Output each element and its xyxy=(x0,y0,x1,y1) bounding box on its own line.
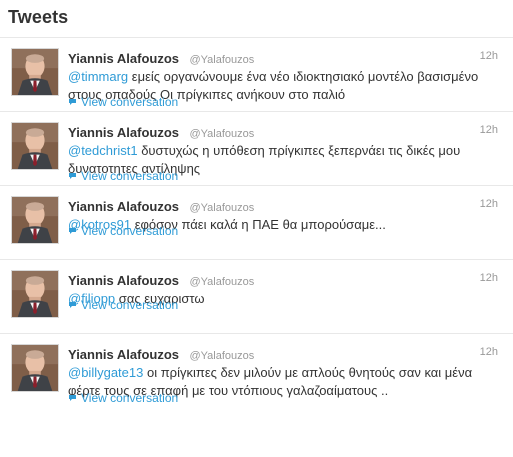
tweet-timestamp[interactable]: 12h xyxy=(480,198,498,210)
tweet-username[interactable]: @Yalafouzos xyxy=(189,350,254,362)
avatar[interactable] xyxy=(11,122,59,170)
speech-bubble-icon xyxy=(68,172,77,180)
avatar-image xyxy=(12,123,58,169)
tweet-item: Yiannis Alafouzos @Yalafouzos 12h @kotro… xyxy=(0,186,513,260)
tweet-timestamp[interactable]: 12h xyxy=(480,346,498,358)
tweet-header: Yiannis Alafouzos @Yalafouzos 12h xyxy=(68,346,506,362)
tweets-panel: Tweets Yiannis Alafouzos @Yalafouzos 12h… xyxy=(0,0,513,457)
view-conversation-label: View conversation xyxy=(81,391,179,405)
avatar-image xyxy=(12,345,58,391)
tweet-fullname[interactable]: Yiannis Alafouzos xyxy=(68,347,179,362)
tweet-username[interactable]: @Yalafouzos xyxy=(189,54,254,66)
tweet-timestamp[interactable]: 12h xyxy=(480,124,498,136)
tweet-timestamp[interactable]: 12h xyxy=(480,50,498,62)
view-conversation-link[interactable]: View conversation xyxy=(68,224,178,238)
view-conversation-label: View conversation xyxy=(81,95,179,109)
speech-bubble-icon xyxy=(68,301,77,309)
avatar-image xyxy=(12,271,58,317)
tweet-header: Yiannis Alafouzos @Yalafouzos 12h xyxy=(68,198,506,214)
tweet-fullname[interactable]: Yiannis Alafouzos xyxy=(68,199,179,214)
tweet-username[interactable]: @Yalafouzos xyxy=(189,276,254,288)
tweet-header: Yiannis Alafouzos @Yalafouzos 12h xyxy=(68,124,506,140)
mention-link[interactable]: @tedchrist1 xyxy=(68,143,138,158)
speech-bubble-icon xyxy=(68,394,77,402)
mention-link[interactable]: @billygate13 xyxy=(68,365,143,380)
view-conversation-link[interactable]: View conversation xyxy=(68,95,178,109)
tweets-header: Tweets xyxy=(0,0,513,38)
tweet-username[interactable]: @Yalafouzos xyxy=(189,128,254,140)
speech-bubble-icon xyxy=(68,98,77,106)
tweet-timestamp[interactable]: 12h xyxy=(480,272,498,284)
view-conversation-link[interactable]: View conversation xyxy=(68,391,178,405)
tweet-item: Yiannis Alafouzos @Yalafouzos 12h @tedch… xyxy=(0,112,513,186)
view-conversation-label: View conversation xyxy=(81,298,179,312)
tweet-fullname[interactable]: Yiannis Alafouzos xyxy=(68,273,179,288)
tweet-fullname[interactable]: Yiannis Alafouzos xyxy=(68,125,179,140)
tweet-item: Yiannis Alafouzos @Yalafouzos 12h @timma… xyxy=(0,38,513,112)
tweet-header: Yiannis Alafouzos @Yalafouzos 12h xyxy=(68,50,506,66)
avatar[interactable] xyxy=(11,48,59,96)
view-conversation-link[interactable]: View conversation xyxy=(68,298,178,312)
view-conversation-label: View conversation xyxy=(81,169,179,183)
view-conversation-label: View conversation xyxy=(81,224,179,238)
avatar[interactable] xyxy=(11,196,59,244)
avatar-image xyxy=(12,197,58,243)
view-conversation-link[interactable]: View conversation xyxy=(68,169,178,183)
mention-link[interactable]: @timmarg xyxy=(68,69,128,84)
speech-bubble-icon xyxy=(68,227,77,235)
page-title: Tweets xyxy=(8,7,69,27)
avatar-image xyxy=(12,49,58,95)
tweet-header: Yiannis Alafouzos @Yalafouzos 12h xyxy=(68,272,506,288)
tweet-item: Yiannis Alafouzos @Yalafouzos 12h @filio… xyxy=(0,260,513,334)
tweet-username[interactable]: @Yalafouzos xyxy=(189,202,254,214)
tweet-item: Yiannis Alafouzos @Yalafouzos 12h @billy… xyxy=(0,334,513,408)
avatar[interactable] xyxy=(11,270,59,318)
tweet-fullname[interactable]: Yiannis Alafouzos xyxy=(68,51,179,66)
avatar[interactable] xyxy=(11,344,59,392)
